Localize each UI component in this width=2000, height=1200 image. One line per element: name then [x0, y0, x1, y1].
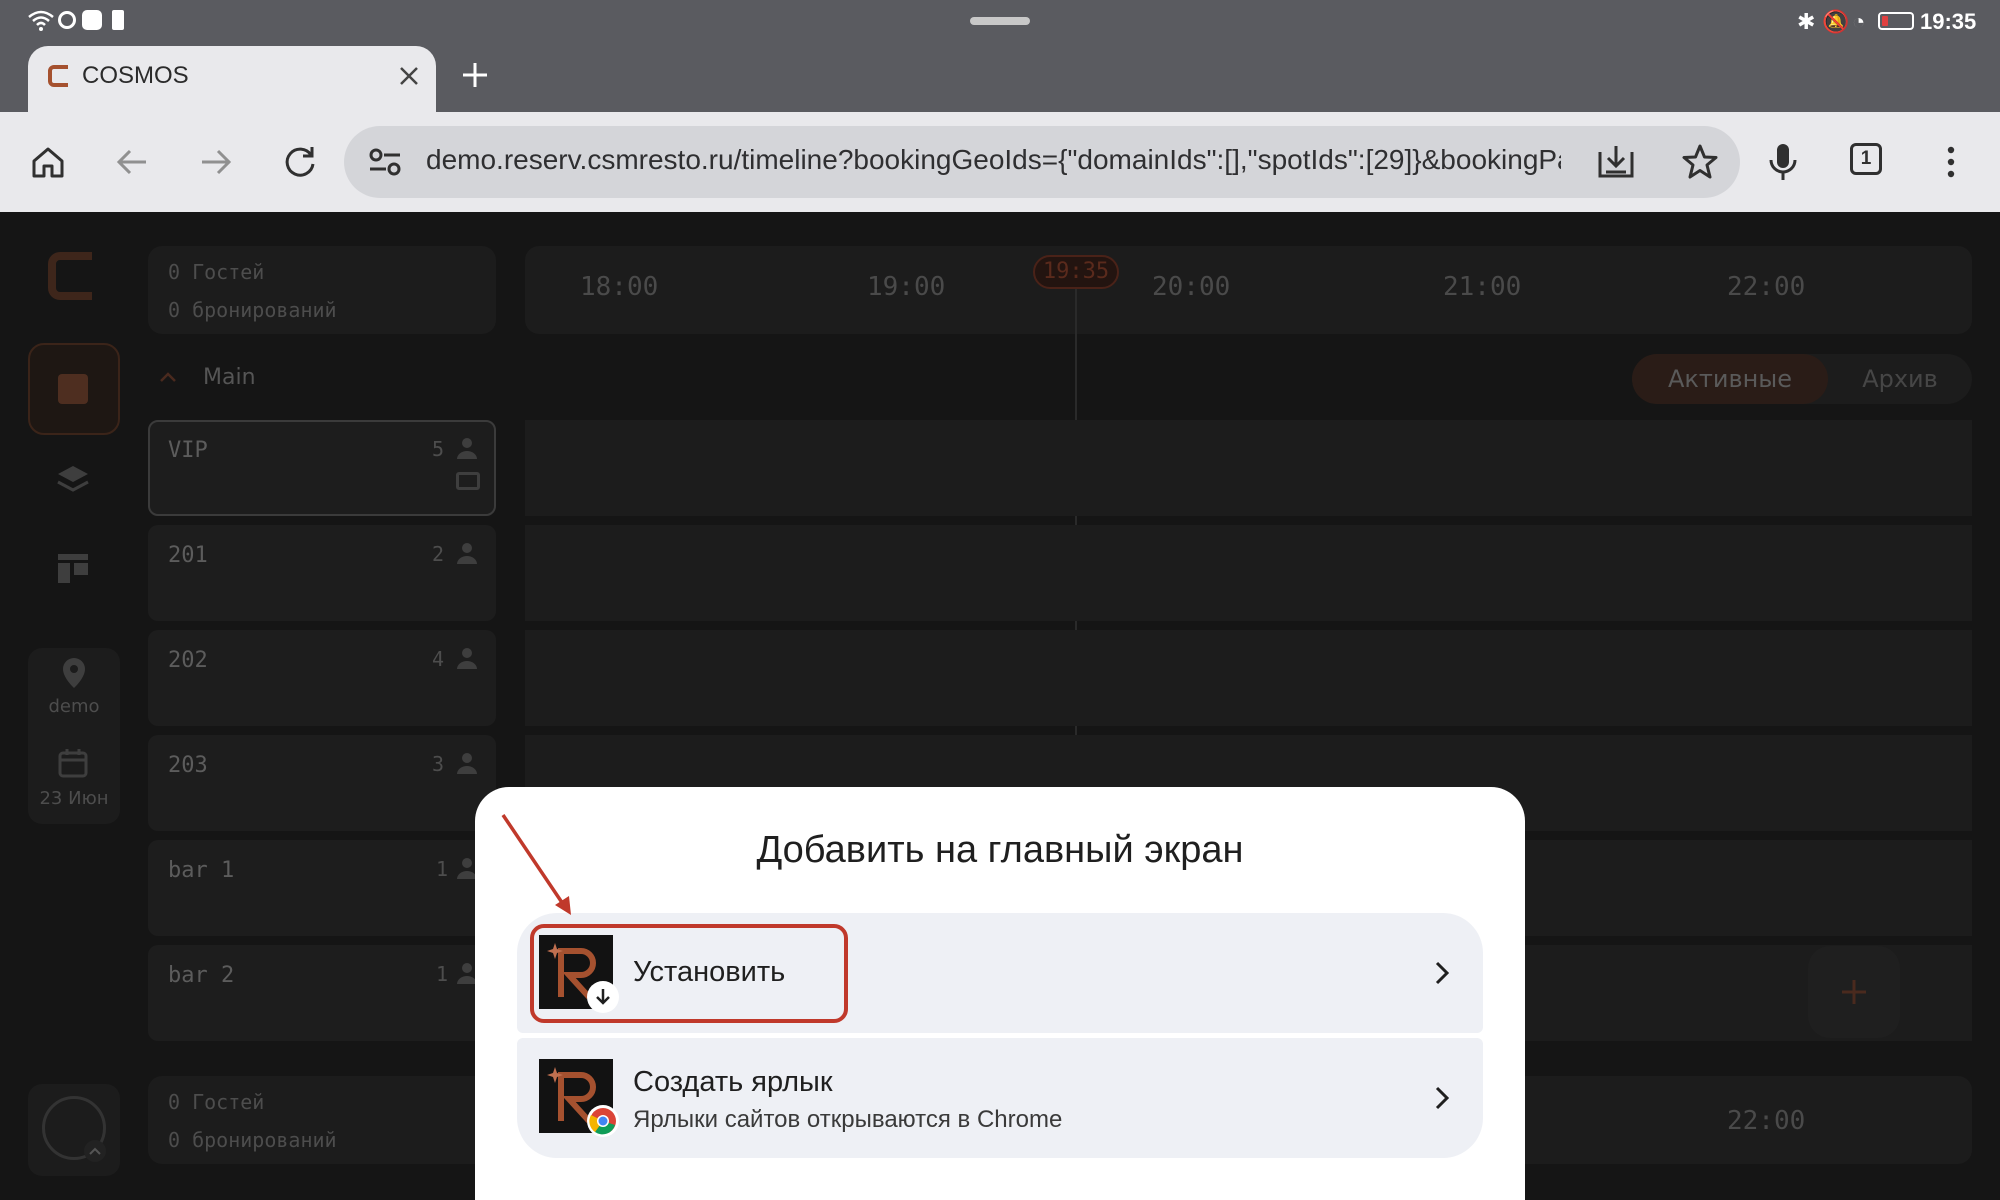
hour-label: 18:00: [580, 272, 659, 302]
hour-label: 19:00: [867, 272, 946, 302]
url-text[interactable]: demo.reserv.csmresto.ru/timeline?booking…: [426, 144, 1561, 176]
person-icon: [456, 751, 478, 775]
table-card[interactable]: [148, 525, 496, 621]
timeline-lane[interactable]: [525, 420, 1972, 516]
location-label[interactable]: demo: [28, 696, 120, 717]
current-time-badge: 19:35: [1033, 255, 1119, 289]
status-time: 19:35: [1920, 9, 1977, 34]
section-title[interactable]: Main: [203, 365, 256, 390]
battery-icon: [1878, 12, 1914, 30]
cosmos-favicon-icon: [46, 63, 72, 89]
chevron-right-icon: [1433, 959, 1451, 987]
close-tab-icon[interactable]: [397, 64, 421, 88]
bookings-count: 0 бронирований: [168, 1128, 337, 1152]
table-name: VIP: [168, 438, 208, 463]
reload-icon[interactable]: [282, 144, 318, 180]
table-card[interactable]: [148, 735, 496, 831]
status-bar: ✱ 🔕 ◔ 19:35: [0, 0, 2000, 42]
tab-title: COSMOS: [82, 62, 189, 89]
bookings-count: 0 бронирований: [168, 298, 337, 322]
shortcut-label: Создать ярлык: [633, 1066, 833, 1098]
home-icon[interactable]: [30, 144, 66, 180]
board-icon[interactable]: [56, 552, 90, 586]
bluetooth-icon: ✱: [1797, 9, 1816, 34]
more-menu-icon[interactable]: [1944, 142, 1958, 182]
cosmos-logo-icon: [44, 248, 100, 304]
person-icon: [456, 646, 478, 670]
create-shortcut-option[interactable]: Создать ярлык Ярлыки сайтов открываются …: [517, 1038, 1483, 1158]
new-tab-icon[interactable]: [460, 60, 490, 90]
pointer-arrow: [499, 811, 579, 921]
guests-count: 0 Гостей: [168, 260, 265, 284]
collapse-section-icon[interactable]: [158, 370, 178, 384]
hour-label: 22:00: [1727, 272, 1806, 302]
notification-app-icon: [82, 10, 102, 30]
bookings-icon: [58, 374, 88, 404]
bookmark-star-icon[interactable]: [1680, 142, 1720, 182]
install-app-icon[interactable]: [1596, 142, 1636, 182]
hour-label: 22:00: [1727, 1106, 1806, 1136]
seats-count: 5: [432, 437, 445, 461]
tab-switcher-button[interactable]: 1: [1850, 143, 1882, 175]
data-saver-icon: ◔: [1852, 9, 1866, 34]
person-icon: [456, 436, 478, 460]
timeline-lane[interactable]: [525, 525, 1972, 621]
sync-icon: [58, 11, 76, 29]
table-name: bar 2: [168, 963, 235, 988]
clipboard-icon: [112, 10, 124, 30]
chevron-up-icon[interactable]: [84, 1140, 106, 1162]
guests-count: 0 Гостей: [168, 1090, 265, 1114]
dialog-title: Добавить на главный экран: [756, 829, 1244, 871]
install-highlight-box: [530, 924, 848, 1023]
add-booking-button[interactable]: [1808, 946, 1900, 1038]
table-card[interactable]: [148, 630, 496, 726]
person-icon: [456, 541, 478, 565]
window-handle[interactable]: [970, 17, 1030, 25]
seats-count: 4: [432, 647, 445, 671]
hour-label: 20:00: [1152, 272, 1231, 302]
hour-label: 21:00: [1443, 272, 1522, 302]
location-pin-icon[interactable]: [60, 656, 88, 690]
table-name: 202: [168, 648, 208, 673]
date-label[interactable]: 23 Июн: [28, 788, 120, 809]
table-card[interactable]: [148, 840, 496, 936]
table-card[interactable]: [148, 420, 496, 516]
wifi-icon: [28, 10, 54, 32]
layers-icon[interactable]: [56, 462, 90, 496]
vip-icon: [456, 472, 480, 490]
timeline-lane[interactable]: [525, 630, 1972, 726]
seats-count: 2: [432, 542, 445, 566]
add-to-home-dialog: Добавить на главный экран Установить Соз…: [475, 787, 1525, 1200]
seats-count: 1: [436, 857, 449, 881]
site-settings-icon[interactable]: [368, 146, 402, 178]
back-icon[interactable]: [114, 144, 150, 180]
microphone-icon[interactable]: [1768, 142, 1798, 182]
chevron-right-icon: [1433, 1084, 1451, 1112]
table-name: 201: [168, 543, 208, 568]
calendar-icon[interactable]: [58, 748, 88, 778]
table-name: bar 1: [168, 858, 235, 883]
chrome-badge-icon: [587, 1105, 619, 1137]
seats-count: 1: [436, 962, 449, 986]
shortcut-sublabel: Ярлыки сайтов открываются в Chrome: [633, 1106, 1063, 1133]
seats-count: 3: [432, 752, 445, 776]
table-card[interactable]: [148, 945, 496, 1041]
table-name: 203: [168, 753, 208, 778]
filter-active-tab[interactable]: Активные: [1632, 354, 1828, 404]
mute-icon: 🔕: [1822, 9, 1850, 34]
forward-icon[interactable]: [198, 144, 234, 180]
filter-archive-tab[interactable]: Архив: [1830, 354, 1970, 404]
